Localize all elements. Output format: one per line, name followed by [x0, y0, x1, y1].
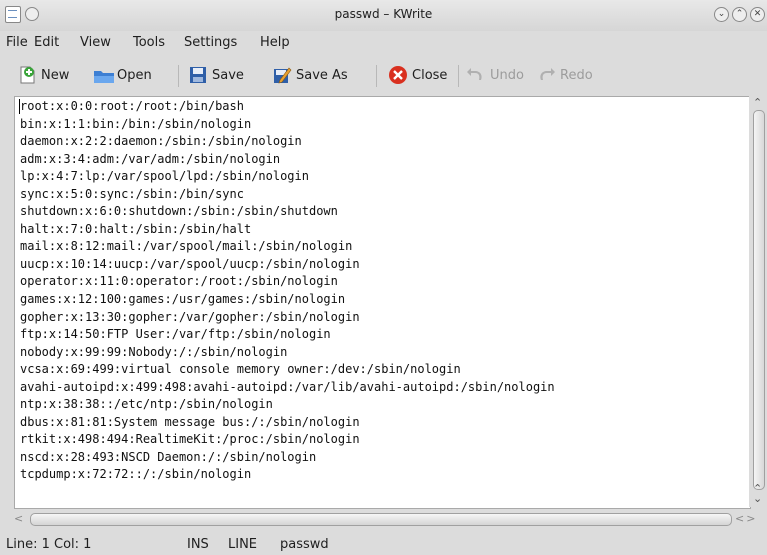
kwrite-app-icon[interactable]	[5, 6, 21, 23]
open-label: Open	[117, 67, 152, 83]
text-line[interactable]: ntp:x:38:38::/etc/ntp:/sbin/nologin	[20, 396, 555, 414]
text-editor[interactable]: root:x:0:0:root:/root:/bin/bash bin:x:1:1…	[14, 96, 751, 509]
menu-edit[interactable]: Edit	[34, 35, 59, 50]
save-as-button[interactable]: Save As	[272, 62, 348, 88]
horizontal-scroll-thumb[interactable]	[30, 513, 732, 526]
selection-mode-indicator[interactable]: LINE	[228, 537, 257, 552]
text-line[interactable]: bin:x:1:1:bin:/bin:/sbin/nologin	[20, 116, 555, 134]
status-bar: Line: 1 Col: 1 INS LINE passwd	[0, 532, 767, 555]
cursor-position: Line: 1 Col: 1	[6, 537, 92, 552]
text-line[interactable]: ftp:x:14:50:FTP User:/var/ftp:/sbin/nolo…	[20, 326, 555, 344]
scroll-right-arrow-icon[interactable]: <>	[735, 512, 757, 525]
editor-content[interactable]: root:x:0:0:root:/root:/bin/bash bin:x:1:1…	[20, 98, 555, 484]
text-line[interactable]: rtkit:x:498:494:RealtimeKit:/proc:/sbin/…	[20, 431, 555, 449]
save-button[interactable]: Save	[188, 62, 244, 88]
menu-view[interactable]: View	[80, 35, 111, 50]
insert-mode-indicator[interactable]: INS	[187, 537, 209, 552]
redo-label: Redo	[560, 67, 593, 83]
text-line[interactable]: tcpdump:x:72:72::/:/sbin/nologin	[20, 466, 555, 484]
save-as-icon	[272, 65, 292, 85]
new-label: New	[41, 67, 70, 83]
text-line[interactable]: lp:x:4:7:lp:/var/spool/lpd:/sbin/nologin	[20, 168, 555, 186]
text-line[interactable]: sync:x:5:0:sync:/sbin:/bin/sync	[20, 186, 555, 204]
text-line[interactable]: root:x:0:0:root:/root:/bin/bash	[20, 98, 555, 116]
text-line[interactable]: uucp:x:10:14:uucp:/var/spool/uucp:/sbin/…	[20, 256, 555, 274]
scroll-left-arrow-icon[interactable]: <	[14, 512, 23, 525]
close-window-button[interactable]: ✕	[750, 7, 765, 22]
text-line[interactable]: avahi-autoipd:x:499:498:avahi-autoipd:/v…	[20, 379, 555, 397]
vertical-scrollbar[interactable]: ⌃ ⌃ ⌄	[749, 96, 767, 507]
text-line[interactable]: vcsa:x:69:499:virtual console memory own…	[20, 361, 555, 379]
open-button[interactable]: Open	[93, 62, 152, 88]
new-document-icon	[17, 65, 37, 85]
text-line[interactable]: dbus:x:81:81:System message bus:/:/sbin/…	[20, 414, 555, 432]
menu-bar: File Edit View Tools Settings Help	[0, 31, 767, 55]
save-as-label: Save As	[296, 67, 348, 83]
close-label: Close	[412, 67, 448, 83]
pin-window-button[interactable]	[25, 7, 39, 21]
toolbar-separator	[178, 65, 179, 87]
text-line[interactable]: daemon:x:2:2:daemon:/sbin:/sbin/nologin	[20, 133, 555, 151]
undo-icon	[466, 65, 486, 85]
main-toolbar: New Open Save Save As Close Undo Redo	[0, 57, 767, 93]
minimize-button[interactable]: ⌄	[714, 7, 729, 22]
vertical-scroll-thumb[interactable]	[753, 110, 765, 490]
redo-icon	[536, 65, 556, 85]
maximize-button[interactable]: ⌃	[732, 7, 747, 22]
title-bar: passwd – KWrite ⌄ ⌃ ✕	[0, 0, 767, 31]
horizontal-scrollbar[interactable]: < <>	[14, 510, 767, 530]
text-line[interactable]: gopher:x:13:30:gopher:/var/gopher:/sbin/…	[20, 309, 555, 327]
document-name: passwd	[280, 537, 329, 552]
toolbar-separator	[376, 65, 377, 87]
text-line[interactable]: operator:x:11:0:operator:/root:/sbin/nol…	[20, 273, 555, 291]
menu-help[interactable]: Help	[260, 35, 290, 50]
new-button[interactable]: New	[17, 62, 69, 88]
undo-button[interactable]: Undo	[466, 62, 524, 88]
undo-label: Undo	[490, 67, 524, 83]
text-line[interactable]: halt:x:7:0:halt:/sbin:/sbin/halt	[20, 221, 555, 239]
folder-open-icon	[93, 65, 114, 85]
menu-tools[interactable]: Tools	[133, 35, 165, 50]
save-label: Save	[212, 67, 244, 83]
text-line[interactable]: nobody:x:99:99:Nobody:/:/sbin/nologin	[20, 344, 555, 362]
toolbar-separator	[458, 65, 459, 87]
redo-button[interactable]: Redo	[536, 62, 593, 88]
menu-settings[interactable]: Settings	[184, 35, 237, 50]
text-line[interactable]: nscd:x:28:493:NSCD Daemon:/:/sbin/nologi…	[20, 449, 555, 467]
text-line[interactable]: mail:x:8:12:mail:/var/spool/mail:/sbin/n…	[20, 238, 555, 256]
save-floppy-icon	[188, 65, 208, 85]
menu-file[interactable]: File	[6, 35, 28, 50]
close-button[interactable]: Close	[388, 62, 447, 88]
window-title: passwd – KWrite	[334, 7, 433, 21]
text-line[interactable]: games:x:12:100:games:/usr/games:/sbin/no…	[20, 291, 555, 309]
text-line[interactable]: adm:x:3:4:adm:/var/adm:/sbin/nologin	[20, 151, 555, 169]
text-line[interactable]: shutdown:x:6:0:shutdown:/sbin:/sbin/shut…	[20, 203, 555, 221]
scroll-down-arrow-icon[interactable]: ⌄	[753, 492, 762, 505]
close-red-icon	[388, 65, 408, 85]
scroll-up-arrow-icon[interactable]: ⌃	[753, 96, 762, 109]
